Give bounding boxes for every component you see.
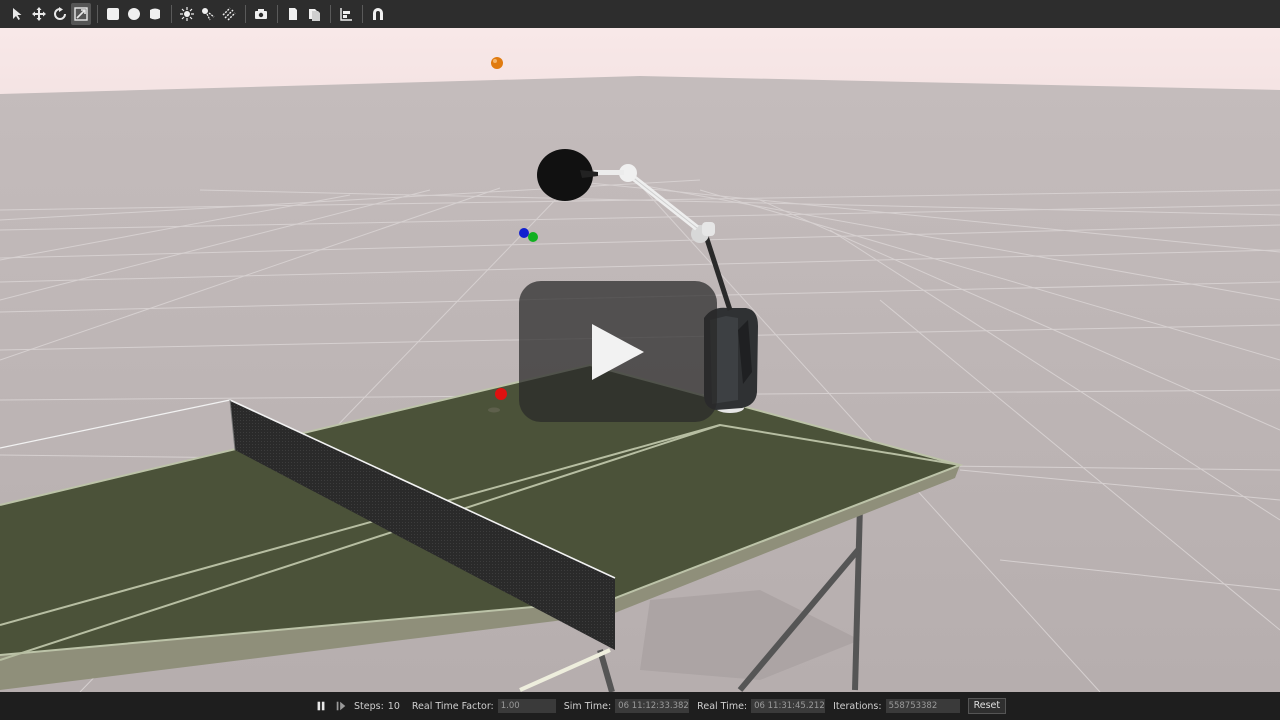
- align-icon: [340, 8, 352, 21]
- rotate-mode-icon: [54, 7, 66, 20]
- iterations-field: 558753382: [885, 699, 960, 713]
- directional-light-button[interactable]: [219, 3, 239, 25]
- directional-light-icon: [222, 7, 236, 21]
- real-time-label: Real Time:: [697, 700, 748, 712]
- toolbar-separator: [277, 5, 278, 23]
- sim-time-label: Sim Time:: [563, 700, 612, 712]
- status-bar: Steps: 10 Real Time Factor: 1.00 Sim Tim…: [0, 692, 1280, 720]
- pause-button[interactable]: [314, 699, 328, 713]
- paste-button[interactable]: [304, 3, 324, 25]
- real-time-field: 06 11:31:45.212: [751, 699, 826, 713]
- box-shape-button[interactable]: [103, 3, 123, 25]
- scale-mode-icon: [74, 7, 88, 21]
- snap-button[interactable]: [368, 3, 388, 25]
- steps-label: Steps:: [354, 700, 384, 712]
- toolbar-separator: [97, 5, 98, 23]
- cylinder-shape-button[interactable]: [145, 3, 165, 25]
- video-play-overlay[interactable]: [519, 281, 717, 422]
- toolbar-separator: [362, 5, 363, 23]
- rotate-mode-button[interactable]: [50, 3, 70, 25]
- steps-spinbox[interactable]: 10: [388, 701, 400, 712]
- align-button[interactable]: [336, 3, 356, 25]
- point-light-button[interactable]: [177, 3, 197, 25]
- translate-mode-icon: [32, 7, 46, 21]
- select-mode-button[interactable]: [8, 3, 28, 25]
- ball-orange: [491, 57, 503, 69]
- copy-icon: [289, 8, 297, 20]
- select-mode-icon: [13, 8, 22, 20]
- marker-blue: [519, 228, 529, 238]
- sphere-shape-icon: [128, 8, 140, 20]
- real-time-factor-field: 1.00: [497, 699, 556, 713]
- ball-red-shadow: [488, 407, 500, 413]
- toolbar-separator: [171, 5, 172, 23]
- box-shape-icon: [107, 8, 119, 20]
- toolbar-separator: [330, 5, 331, 23]
- ball-red: [495, 388, 507, 400]
- cylinder-shape-icon: [150, 8, 160, 20]
- paste-icon: [309, 9, 320, 21]
- sim-time-field: 06 11:12:33.382: [615, 699, 690, 713]
- iterations-label: Iterations:: [833, 700, 882, 712]
- step-forward-icon: [336, 701, 346, 711]
- copy-button[interactable]: [283, 3, 303, 25]
- reset-button[interactable]: Reset: [967, 698, 1007, 714]
- scale-mode-button[interactable]: [71, 3, 91, 25]
- step-button[interactable]: [334, 699, 348, 713]
- translate-mode-button[interactable]: [29, 3, 49, 25]
- snap-icon: [373, 8, 383, 20]
- toolbar: [0, 0, 1280, 28]
- screenshot-button[interactable]: [251, 3, 271, 25]
- spot-light-icon: [202, 8, 215, 21]
- spot-light-button[interactable]: [198, 3, 218, 25]
- marker-green: [528, 232, 538, 242]
- point-light-icon: [180, 7, 194, 21]
- screenshot-icon: [255, 9, 267, 19]
- sphere-shape-button[interactable]: [124, 3, 144, 25]
- gazebo-window: Steps: 10 Real Time Factor: 1.00 Sim Tim…: [0, 0, 1280, 720]
- play-icon: [592, 323, 644, 380]
- pause-icon: [317, 701, 325, 711]
- 3d-viewport[interactable]: [0, 28, 1280, 692]
- toolbar-separator: [245, 5, 246, 23]
- real-time-factor-label: Real Time Factor:: [411, 700, 494, 712]
